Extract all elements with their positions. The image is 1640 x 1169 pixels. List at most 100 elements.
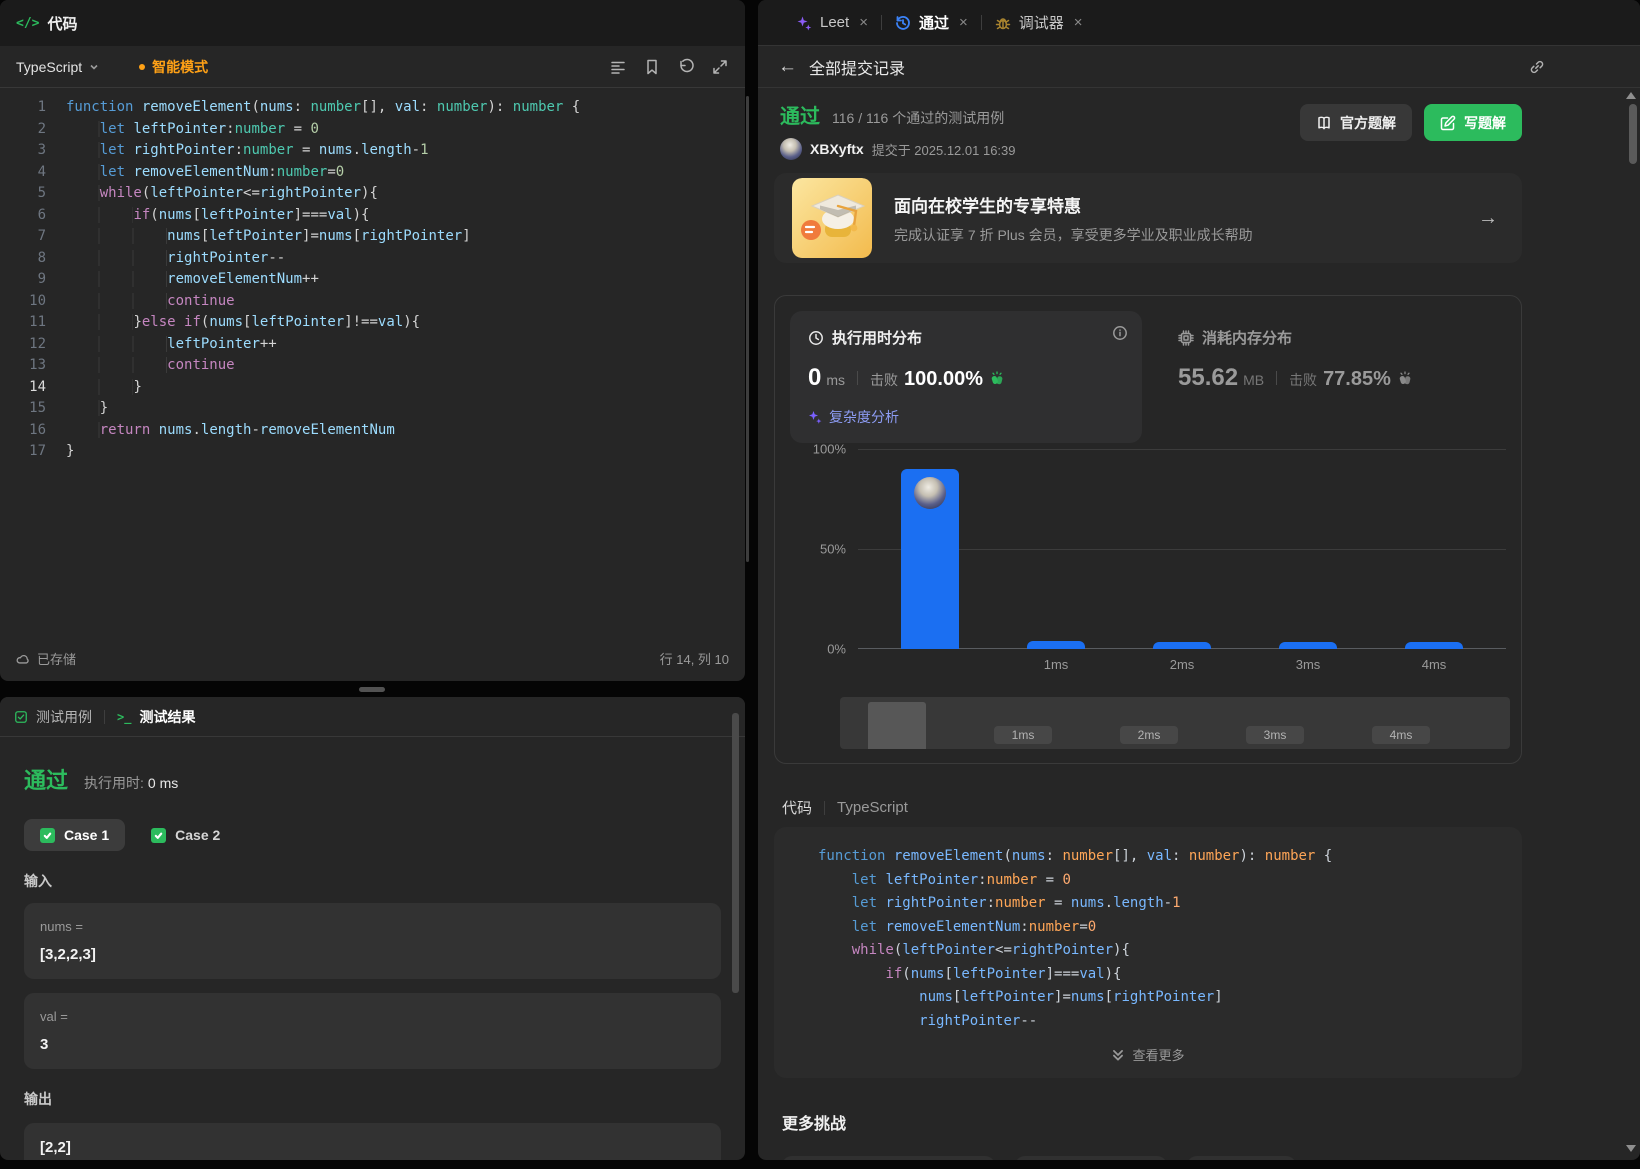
x-axis-tick: 2ms [1170,657,1195,672]
runtime-value: 0 [808,364,821,392]
memory-distribution-card[interactable]: 消耗内存分布 55.62 MB 击败 77.85% [1178,311,1413,443]
panel-resize-handle-horizontal[interactable] [359,687,385,692]
code-editor[interactable]: 1function removeElement(nums: number[], … [0,88,745,463]
code-line: 15 } [0,398,745,420]
test-panel-header: 测试用例 >_ 测试结果 [0,697,745,737]
line-number: 16 [0,420,46,442]
verdict-row: 通过 执行用时:0 ms [24,763,721,795]
write-solution-button[interactable]: 写题解 [1424,104,1522,141]
view-more-button[interactable]: 查看更多 [798,1045,1498,1064]
runtime-bar-1ms[interactable] [1027,641,1085,649]
code-line: nums[leftPointer]=nums[rightPointer] [798,986,1498,1010]
line-number: 11 [0,312,46,334]
challenge-cards: 26. 删除有序数组中的重复项 203. 移除链表元素 283. 移动零 [782,1156,1522,1160]
submission-time: 提交于 2025.12.01 16:39 [872,140,1016,159]
graduation-cap-illustration [792,178,872,258]
field-label: val = [40,1009,705,1024]
case-2-tab[interactable]: Case 2 [135,819,236,851]
beats-label: 击败 [1289,370,1317,390]
x-axis-tick: 3ms [1296,657,1321,672]
runtime-card-title: 执行用时分布 [832,327,922,348]
code-line: 16 return nums.length-removeElementNum [0,420,745,442]
runtime-beats-percent: 100.00% [904,368,983,391]
smart-mode-label: 智能模式 [152,57,208,77]
back-button[interactable]: ← [772,57,803,76]
code-line: 13 continue [0,355,745,377]
input-val-field[interactable]: val = 3 [24,993,721,1069]
test-panel: 测试用例 >_ 测试结果 通过 执行用时:0 ms Case 1 [0,697,745,1160]
line-number: 2 [0,119,46,141]
code-editor-panel: </> 代码 TypeScript 智能模式 [0,0,745,681]
field-value: 3 [40,1036,705,1053]
reset-code-button[interactable] [677,58,695,76]
chart-zoom-slider[interactable]: 1ms2ms3ms4ms [840,697,1510,749]
code-line: 8 rightPointer-- [0,248,745,270]
close-icon[interactable]: × [859,14,868,31]
runtime-bar-2ms[interactable] [1153,642,1211,649]
banner-text: 面向在校学生的专享特惠 完成认证享 7 折 Plus 会员，享受更多学业及职业成… [894,192,1478,245]
expand-icon [711,58,729,76]
runtime-summary: 执行用时:0 ms [84,773,178,793]
clock-icon [808,330,824,346]
code-line: rightPointer-- [798,1010,1498,1034]
input-nums-field[interactable]: nums = [3,2,2,3] [24,903,721,979]
divider [881,15,882,30]
stats-header-row: 执行用时分布 0 ms 击败 100.00% [790,311,1506,443]
tab-debugger-label: 调试器 [1019,12,1064,33]
submission-subheader: ← 全部提交记录 [758,46,1640,88]
gridline [858,449,1506,450]
code-line: let removeElementNum:number=0 [798,916,1498,940]
scrollbar-thumb[interactable] [1629,104,1637,164]
test-panel-scrollbar[interactable] [732,713,739,993]
challenge-card[interactable]: 283. 移动零 [1187,1156,1296,1160]
mode-dot-icon [139,64,145,70]
bug-icon [995,15,1011,31]
format-code-button[interactable] [609,58,627,76]
view-more-label: 查看更多 [1132,1045,1184,1064]
result-row: 通过 116 / 116 个通过的测试用例 XBXyftx 提交于 2025.1… [780,100,1522,160]
user-avatar-marker [914,477,946,509]
close-icon[interactable]: × [959,14,968,31]
challenge-card[interactable]: 26. 删除有序数组中的重复项 [782,1156,995,1160]
code-line: 14 } [0,377,745,399]
runtime-bar-4ms[interactable] [1405,642,1463,649]
editor-toolbar: TypeScript 智能模式 [0,46,745,88]
tab-leet-ai[interactable]: Leet × [796,14,868,31]
cursor-position: 行 14, 列 10 [660,649,729,668]
student-promo-banner[interactable]: 面向在校学生的专享特惠 完成认证享 7 折 Plus 会员，享受更多学业及职业成… [774,173,1522,263]
write-solution-label: 写题解 [1464,113,1506,133]
case-1-tab[interactable]: Case 1 [24,819,125,851]
runtime-bar-3ms[interactable] [1279,642,1337,649]
expand-editor-button[interactable] [711,58,729,76]
bookmark-button[interactable] [643,58,661,76]
tab-test-result[interactable]: >_ 测试结果 [117,707,195,727]
tab-submission-result[interactable]: 通过 × [895,12,968,33]
case-pass-icon [151,828,166,843]
runtime-distribution-card[interactable]: 执行用时分布 0 ms 击败 100.00% [790,311,1142,443]
panel-resize-handle-vertical[interactable] [746,96,749,562]
line-number: 6 [0,205,46,227]
code-line: if(nums[leftPointer]===val){ [798,963,1498,987]
x-axis-tick: 1ms [1044,657,1069,672]
scrollbar-up-arrow[interactable] [1626,92,1636,99]
close-icon[interactable]: × [1074,14,1083,31]
y-axis-tick: 100% [790,442,846,457]
save-status: 已存储 [16,649,76,668]
arrow-right-icon: → [1478,207,1498,230]
scrollbar-down-arrow[interactable] [1626,1145,1636,1152]
cloud-icon [16,652,30,666]
official-solution-button[interactable]: 官方题解 [1300,104,1412,141]
history-clock-icon [895,15,911,31]
smart-mode-toggle[interactable]: 智能模式 [139,57,208,77]
mini-tick-1ms: 1ms [994,726,1052,744]
complexity-analysis-link[interactable]: 复杂度分析 [808,407,1124,427]
code-language-label: TypeScript [837,799,908,816]
challenge-card[interactable]: 203. 移除链表元素 [1015,1156,1166,1160]
banner-title: 面向在校学生的专享特惠 [894,192,1478,217]
copy-link-button[interactable] [1529,59,1545,75]
info-button[interactable] [1112,325,1128,341]
tab-testcase[interactable]: 测试用例 [14,707,92,727]
tab-debugger[interactable]: 调试器 × [995,12,1083,33]
language-selector[interactable]: TypeScript [16,59,99,75]
line-number: 13 [0,355,46,377]
